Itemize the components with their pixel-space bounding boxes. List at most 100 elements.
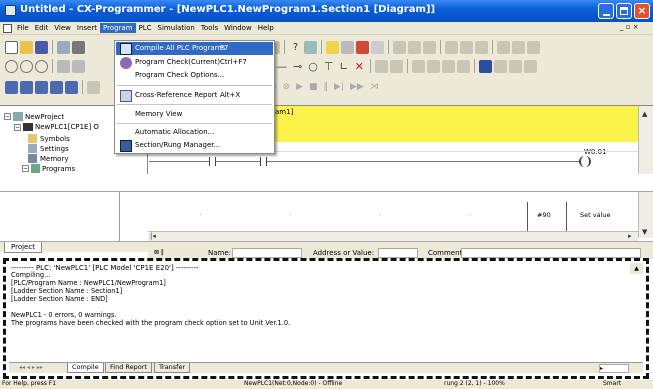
reset-icon[interactable] — [508, 59, 522, 73]
horizontal-scrollbar[interactable]: |◂ ▸ — [148, 231, 638, 241]
menu-item-check-options[interactable]: Program Check Options... — [116, 69, 273, 82]
zoom-out-icon[interactable] — [20, 59, 33, 73]
new-icon[interactable] — [5, 40, 18, 54]
tree-item-memory[interactable]: Memory — [28, 154, 68, 163]
status-rung: rung 2 (2, 1) - 100% — [444, 380, 505, 387]
tab-transfer[interactable]: Transfer — [154, 363, 191, 373]
stop-sim-icon[interactable]: ■ — [309, 82, 318, 92]
watch-view-icon[interactable] — [35, 80, 48, 94]
tab-find-report[interactable]: Find Report — [105, 363, 152, 373]
context-help-icon[interactable] — [304, 40, 317, 54]
contact-no-icon[interactable]: ⊸ — [293, 60, 302, 73]
contact-1[interactable] — [209, 157, 216, 166]
open-icon[interactable] — [20, 40, 33, 54]
menu-item-memory-view[interactable]: Memory View — [116, 108, 273, 121]
menu-item-compile-all[interactable]: Compile All PLC Programs F7 — [116, 42, 273, 55]
mode-3-icon[interactable] — [441, 59, 455, 73]
contact-2[interactable] — [260, 157, 267, 166]
coil[interactable] — [579, 156, 591, 167]
menu-edit[interactable]: Edit — [32, 23, 52, 33]
output-hscroll[interactable]: ▸ — [599, 364, 629, 373]
maximize-button[interactable] — [616, 3, 632, 19]
chart-icon[interactable] — [356, 40, 369, 54]
vessel-icon[interactable] — [512, 40, 525, 54]
save-icon[interactable] — [35, 40, 48, 54]
mode-1-icon[interactable] — [411, 59, 425, 73]
warning-icon[interactable] — [326, 40, 339, 54]
menu-simulation[interactable]: Simulation — [155, 23, 198, 33]
menu-plc[interactable]: PLC — [136, 23, 155, 33]
tree-item-programs[interactable]: − Programs — [22, 164, 75, 173]
tree-item-root[interactable]: − NewProject — [4, 112, 64, 121]
tree-item-plc[interactable]: − NewPLC1[CP1E] O — [14, 123, 99, 131]
line-icon[interactable]: — — [276, 60, 287, 73]
tree-view-icon[interactable] — [87, 80, 100, 94]
menu-help[interactable]: Help — [255, 23, 277, 33]
menu-insert[interactable]: Insert — [74, 23, 100, 33]
vertical-scrollbar[interactable]: ▲ — [638, 106, 653, 175]
output-vscroll-up[interactable]: ▲ — [630, 263, 643, 274]
vline-icon[interactable]: ∟ — [339, 60, 348, 73]
pause-icon[interactable] — [371, 40, 384, 54]
help-icon[interactable]: ? — [289, 41, 302, 54]
mdi-controls[interactable]: _ ▫ × — [620, 23, 639, 31]
step-icon[interactable]: ▶| — [334, 82, 344, 92]
comment-field[interactable] — [461, 248, 641, 258]
lower-vscroll[interactable]: ▼ — [638, 192, 653, 238]
minimize-button[interactable] — [598, 3, 614, 19]
menu-view[interactable]: View — [51, 23, 74, 33]
grid-toggle-icon[interactable] — [57, 59, 70, 73]
grid-icon-3[interactable] — [475, 40, 488, 54]
tree-item-settings[interactable]: Settings — [28, 144, 69, 153]
name-field[interactable] — [232, 248, 302, 258]
find-icon[interactable] — [341, 40, 354, 54]
monitor-icon[interactable] — [393, 40, 406, 54]
online-icon[interactable] — [374, 59, 388, 73]
delete-icon[interactable]: ✕ — [355, 60, 364, 73]
tab-compile[interactable]: Compile — [67, 363, 104, 373]
library-icon[interactable] — [497, 40, 510, 54]
pause-sim-icon[interactable]: ‖ — [324, 82, 329, 92]
offline-icon[interactable] — [389, 59, 403, 73]
name-label: Name: — [208, 249, 232, 257]
app-icon — [5, 5, 16, 16]
menu-item-program-check[interactable]: Program Check(Current) Ctrl+F7 — [116, 56, 273, 69]
tool-icon[interactable] — [527, 40, 540, 54]
tree-item-symbols[interactable]: Symbols — [28, 134, 70, 143]
output-view-icon[interactable] — [20, 80, 33, 94]
menu-item-auto-allocation[interactable]: Automatic Allocation... — [116, 126, 273, 139]
address-view-icon[interactable] — [50, 80, 63, 94]
stop-icon[interactable] — [493, 59, 507, 73]
project-view-icon[interactable] — [5, 80, 18, 94]
step-out-icon[interactable]: ⋊ — [370, 82, 379, 92]
diff-icon[interactable] — [408, 40, 421, 54]
play-icon[interactable]: ▶ — [296, 82, 303, 92]
list-icon[interactable] — [72, 59, 85, 73]
address-field[interactable] — [378, 248, 418, 258]
project-tab[interactable]: Project — [4, 242, 42, 253]
network-view-icon[interactable] — [65, 80, 78, 94]
contact-icon[interactable]: ⊤ — [324, 60, 334, 73]
menu-tools[interactable]: Tools — [198, 23, 221, 33]
menu-program[interactable]: Program — [99, 23, 136, 33]
tab-nav-arrows[interactable]: ◂◂ ◂ ▸ ▸▸ — [19, 364, 43, 371]
menu-item-cross-reference[interactable]: Cross-Reference Report Alt+X — [116, 89, 273, 102]
coil-icon[interactable]: ○ — [308, 60, 318, 73]
zoom-fit-icon[interactable] — [35, 59, 48, 73]
sim-2-icon[interactable]: ⊗ — [283, 82, 291, 92]
run-icon[interactable] — [478, 59, 492, 73]
menu-file[interactable]: File — [14, 23, 32, 33]
step-over-icon[interactable]: ▶▶ — [350, 82, 364, 92]
zoom-in-icon[interactable] — [5, 59, 18, 73]
menu-item-section-manager[interactable]: Section/Rung Manager... — [116, 139, 273, 152]
close-button[interactable]: × — [634, 3, 650, 19]
transfer-icon[interactable] — [423, 40, 436, 54]
mode-4-icon[interactable] — [456, 59, 470, 73]
grid-icon-1[interactable] — [445, 40, 458, 54]
print-icon[interactable] — [72, 40, 85, 54]
mode-2-icon[interactable] — [426, 59, 440, 73]
print-preview-icon[interactable] — [57, 40, 70, 54]
grid-icon-2[interactable] — [460, 40, 473, 54]
layout-icon[interactable] — [523, 59, 537, 73]
menu-window[interactable]: Window — [221, 23, 255, 33]
